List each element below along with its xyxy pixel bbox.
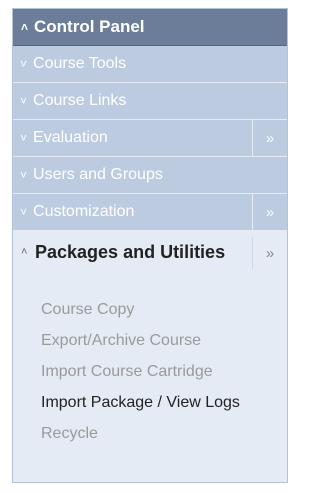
- control-panel-title: Control Panel: [34, 17, 145, 36]
- control-panel-header[interactable]: ˄ Control Panel: [13, 9, 287, 46]
- menu-item-evaluation[interactable]: ˅ Evaluation »: [13, 120, 287, 157]
- menu-item-course-links[interactable]: ˅ Course Links: [13, 83, 287, 120]
- menu-item-label: Customization: [33, 203, 135, 220]
- menu-item-label: Users and Groups: [33, 166, 163, 183]
- double-chevron-down-icon: ˅: [20, 168, 28, 182]
- double-chevron-up-icon: ˄: [21, 20, 29, 34]
- menu-item-label: Course Links: [33, 92, 127, 109]
- double-chevron-up-icon: ˄: [21, 246, 28, 258]
- link-course-copy[interactable]: Course Copy: [41, 299, 287, 320]
- menu-item-label: Evaluation: [33, 129, 108, 146]
- section-title: Packages and Utilities: [35, 242, 226, 262]
- double-chevron-down-icon: ˅: [20, 205, 28, 219]
- packages-utilities-section[interactable]: ˄ Packages and Utilities »: [13, 231, 287, 299]
- link-export-archive-course[interactable]: Export/Archive Course: [41, 330, 287, 351]
- double-chevron-down-icon: ˅: [20, 131, 28, 145]
- expand-right-icon[interactable]: »: [252, 237, 287, 269]
- control-panel: ˄ Control Panel ˅ Course Tools ˅ Course …: [12, 8, 288, 483]
- menu-item-course-tools[interactable]: ˅ Course Tools: [13, 46, 287, 83]
- expand-right-icon[interactable]: »: [252, 194, 287, 230]
- section-links: Course Copy Export/Archive Course Import…: [13, 299, 287, 444]
- menu-item-customization[interactable]: ˅ Customization »: [13, 194, 287, 231]
- link-import-course-cartridge[interactable]: Import Course Cartridge: [41, 361, 287, 382]
- expand-right-icon[interactable]: »: [252, 120, 287, 156]
- menu-item-users-and-groups[interactable]: ˅ Users and Groups: [13, 157, 287, 194]
- link-import-package-view-logs[interactable]: Import Package / View Logs: [41, 392, 287, 413]
- menu-item-label: Course Tools: [33, 55, 127, 72]
- double-chevron-down-icon: ˅: [20, 57, 28, 71]
- link-recycle[interactable]: Recycle: [41, 423, 287, 444]
- double-chevron-down-icon: ˅: [20, 94, 28, 108]
